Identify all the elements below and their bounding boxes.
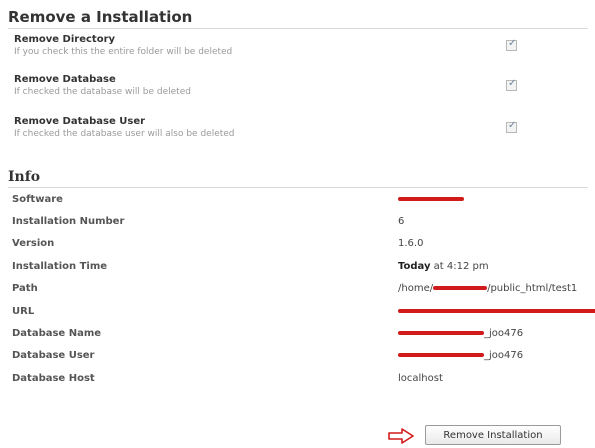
info-value: localhost: [398, 373, 443, 384]
info-row-software: Software: [12, 191, 595, 209]
remove-installation-heading: Remove a Installation: [8, 8, 588, 29]
info-row-database-host: Database Host localhost: [12, 370, 595, 388]
redaction-mark: [398, 197, 464, 201]
info-row-database-name: Database Name _joo476: [12, 325, 595, 343]
info-label: Installation Number: [12, 216, 125, 227]
redaction-mark: [398, 331, 484, 335]
remove-database-user-title: Remove Database User: [14, 116, 146, 127]
redaction-mark: [433, 286, 488, 290]
info-label: URL: [12, 306, 35, 317]
remove-database-option: Remove Database If checked the database …: [14, 74, 574, 98]
remove-database-checkbox[interactable]: ✓: [506, 78, 517, 91]
remove-directory-description: If you check this the entire folder will…: [14, 47, 233, 57]
remove-database-description: If checked the database will be deleted: [14, 87, 191, 97]
info-label: Software: [12, 194, 63, 205]
remove-database-user-description: If checked the database user will also b…: [14, 129, 235, 139]
info-value: _joo476: [398, 350, 523, 361]
redaction-mark: [398, 353, 484, 357]
info-value: _joo476: [398, 328, 523, 339]
info-label: Path: [12, 283, 38, 294]
path-prefix: /home/: [398, 283, 434, 294]
info-value-redacted: [398, 306, 595, 317]
info-row-database-user: Database User _joo476: [12, 347, 595, 365]
remove-directory-option: Remove Directory If you check this the e…: [14, 34, 574, 58]
info-row-path: Path /home/ /public_html/test1: [12, 280, 595, 298]
info-label: Database User: [12, 350, 95, 361]
redaction-mark: [398, 309, 595, 313]
info-label: Installation Time: [12, 261, 108, 272]
info-heading: Info: [8, 169, 588, 188]
info-value: 6: [398, 216, 405, 227]
info-value: /home/ /public_html/test1: [398, 283, 577, 294]
remove-database-title: Remove Database: [14, 74, 116, 85]
remove-directory-title: Remove Directory: [14, 34, 116, 45]
info-row-installation-time: Installation Time Today at 4:12 pm: [12, 258, 595, 276]
info-row-installation-number: Installation Number 6: [12, 213, 595, 231]
path-suffix: /public_html/test1: [487, 283, 578, 294]
info-label: Database Host: [12, 373, 95, 384]
info-value-rest: at 4:12 pm: [433, 261, 489, 272]
db-name-suffix: _joo476: [484, 328, 524, 339]
info-row-url: URL: [12, 303, 595, 321]
arrow-right-icon: [388, 428, 414, 444]
remove-database-user-checkbox[interactable]: ✓: [506, 120, 517, 133]
checkmark-icon: ✓: [508, 78, 517, 89]
info-label: Version: [12, 238, 55, 249]
db-user-suffix: _joo476: [484, 350, 524, 361]
info-value-bold: Today: [398, 261, 431, 272]
remove-database-user-option: Remove Database User If checked the data…: [14, 116, 574, 140]
info-value-redacted: [398, 194, 464, 205]
info-value: 1.6.0: [398, 238, 424, 249]
checkmark-icon: ✓: [508, 38, 517, 49]
checkmark-icon: ✓: [508, 120, 517, 131]
info-label: Database Name: [12, 328, 102, 339]
info-row-version: Version 1.6.0: [12, 235, 595, 253]
info-value: Today at 4:12 pm: [398, 261, 489, 272]
remove-directory-checkbox[interactable]: ✓: [506, 38, 517, 51]
remove-installation-button[interactable]: Remove Installation: [425, 425, 561, 445]
